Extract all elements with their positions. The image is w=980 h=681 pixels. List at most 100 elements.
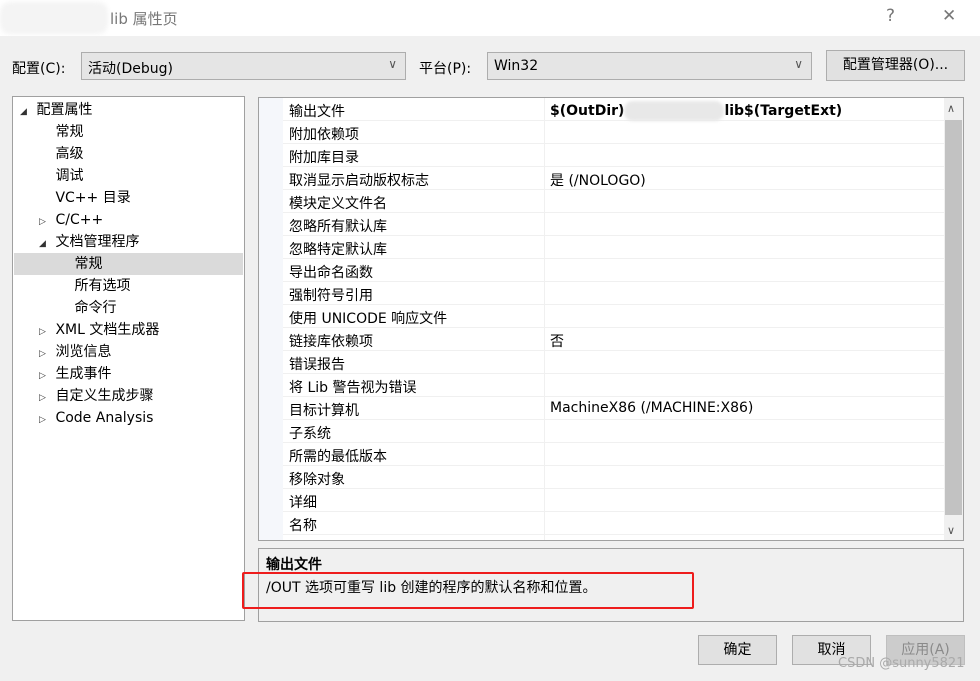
property-value[interactable]	[544, 466, 944, 489]
property-row[interactable]: 附加依赖项	[283, 121, 944, 144]
config-select[interactable]: 活动(Debug) ∨	[81, 52, 406, 80]
grid-gutter	[259, 98, 283, 540]
scroll-up-icon[interactable]: ∧	[947, 102, 955, 115]
property-value[interactable]	[544, 535, 944, 540]
expand-arrow-icon[interactable]: ▷	[39, 387, 51, 409]
property-row[interactable]: 强制符号引用	[283, 282, 944, 305]
tree-item-label: 文档管理程序	[55, 234, 140, 250]
help-button[interactable]: ?	[886, 6, 895, 26]
property-tree[interactable]: ◢ 配置属性 常规 高级 调试 VC++ 目录 ▷ C/C++ ◢ 文档管理程序 常…	[12, 96, 245, 621]
collapse-arrow-icon[interactable]: ◢	[20, 101, 32, 123]
title-bar: lib 属性页 ? ✕	[0, 0, 980, 36]
tree-item[interactable]: ▷ 浏览信息	[14, 341, 243, 363]
property-name: 取消显示启动版权标志	[289, 173, 429, 189]
property-row[interactable]: 移除对象	[283, 466, 944, 489]
property-value[interactable]: MachineX86 (/MACHINE:X86)	[544, 397, 944, 420]
tree-item-label: 浏览信息	[55, 344, 112, 360]
value-part: lib$(TargetExt)	[724, 103, 843, 119]
tree-item[interactable]: VC++ 目录	[14, 187, 243, 209]
tree-item[interactable]: ▷ XML 文档生成器	[14, 319, 243, 341]
property-row[interactable]: 模块定义文件名	[283, 190, 944, 213]
ok-button[interactable]: 确定	[698, 635, 777, 665]
property-row[interactable]: 忽略所有默认库	[283, 213, 944, 236]
tree-item-label: 常规	[55, 124, 84, 140]
tree-item[interactable]: ▷ Code Analysis	[14, 407, 243, 429]
property-value[interactable]	[544, 374, 944, 397]
property-name: 导出命名函数	[289, 265, 373, 281]
property-value[interactable]	[544, 351, 944, 374]
property-value[interactable]	[544, 420, 944, 443]
property-grid[interactable]: ∧ ∨ 输出文件 $(OutDir) lib$(TargetExt) 附加依赖项 附加库…	[258, 97, 964, 541]
property-name: 附加依赖项	[289, 127, 359, 143]
scroll-down-icon[interactable]: ∨	[947, 524, 955, 537]
property-row[interactable]: 导出命名函数	[283, 259, 944, 282]
property-row[interactable]: 输出文件 $(OutDir) lib$(TargetExt)	[283, 98, 944, 121]
property-value[interactable]	[544, 282, 944, 305]
expand-arrow-icon[interactable]: ▷	[39, 321, 51, 343]
tree-item[interactable]: 所有选项	[14, 275, 243, 297]
property-row[interactable]: 错误报告	[283, 351, 944, 374]
tree-item-label: 调试	[55, 168, 84, 184]
close-button[interactable]: ✕	[942, 6, 956, 26]
expand-arrow-icon[interactable]: ▷	[39, 365, 51, 387]
property-row[interactable]: 详细	[283, 489, 944, 512]
tree-item[interactable]: 命令行	[14, 297, 243, 319]
tree-item[interactable]: 常规	[14, 121, 243, 143]
tree-item[interactable]: ▷ 生成事件	[14, 363, 243, 385]
property-value[interactable]	[544, 489, 944, 512]
property-value[interactable]: 是 (/NOLOGO)	[544, 167, 944, 190]
tree-item[interactable]: ◢ 配置属性	[14, 99, 243, 121]
tree-item[interactable]: ▷ 自定义生成步骤	[14, 385, 243, 407]
property-name: 名称	[289, 518, 317, 534]
property-row[interactable]: 附加库目录	[283, 144, 944, 167]
expand-arrow-icon[interactable]: ▷	[39, 343, 51, 365]
tree-item[interactable]: ◢ 文档管理程序	[14, 231, 243, 253]
property-row[interactable]: 目标计算机 MachineX86 (/MACHINE:X86)	[283, 397, 944, 420]
tree-item[interactable]: 调试	[14, 165, 243, 187]
grid-scrollbar[interactable]: ∧ ∨	[944, 98, 963, 540]
property-name: 详细	[289, 495, 317, 511]
property-name: 忽略所有默认库	[289, 219, 387, 235]
property-row[interactable]: 链接时间代码生成	[283, 535, 944, 540]
tree-item[interactable]: 常规	[14, 253, 243, 275]
property-value[interactable]	[544, 144, 944, 167]
property-value[interactable]	[544, 259, 944, 282]
property-row[interactable]: 取消显示启动版权标志 是 (/NOLOGO)	[283, 167, 944, 190]
property-row[interactable]: 忽略特定默认库	[283, 236, 944, 259]
tree-item-label: 配置属性	[36, 102, 93, 118]
tree-item-label: 生成事件	[55, 366, 112, 382]
watermark: CSDN @sunny5821	[838, 656, 965, 671]
expand-arrow-icon[interactable]: ▷	[39, 409, 51, 431]
tree-item[interactable]: 高级	[14, 143, 243, 165]
property-row[interactable]: 名称	[283, 512, 944, 535]
property-value[interactable]	[544, 213, 944, 236]
config-value: 活动(Debug)	[88, 61, 173, 77]
tree-item-label: VC++ 目录	[55, 190, 131, 206]
property-row[interactable]: 子系统	[283, 420, 944, 443]
property-name: 错误报告	[289, 357, 345, 373]
property-value[interactable]	[544, 512, 944, 535]
config-manager-button[interactable]: 配置管理器(O)...	[826, 50, 965, 81]
property-value[interactable]	[544, 305, 944, 328]
platform-select[interactable]: Win32 ∨	[487, 52, 812, 80]
property-value[interactable]	[544, 190, 944, 213]
platform-label: 平台(P):	[419, 61, 472, 77]
property-row[interactable]: 链接库依赖项 否	[283, 328, 944, 351]
property-value[interactable]: 否	[544, 328, 944, 351]
property-name: 将 Lib 警告视为错误	[289, 380, 417, 396]
property-value[interactable]: $(OutDir) lib$(TargetExt)	[544, 98, 944, 121]
property-value[interactable]	[544, 121, 944, 144]
property-name: 强制符号引用	[289, 288, 373, 304]
expand-arrow-icon[interactable]: ▷	[39, 211, 51, 233]
value-part: $(OutDir)	[550, 103, 625, 119]
tree-item[interactable]: ▷ C/C++	[14, 209, 243, 231]
property-name: 忽略特定默认库	[289, 242, 387, 258]
property-row[interactable]: 使用 UNICODE 响应文件	[283, 305, 944, 328]
property-row[interactable]: 所需的最低版本	[283, 443, 944, 466]
tree-item-label: 常规	[74, 256, 103, 272]
property-value[interactable]	[544, 443, 944, 466]
collapse-arrow-icon[interactable]: ◢	[39, 233, 51, 255]
property-value[interactable]	[544, 236, 944, 259]
property-row[interactable]: 将 Lib 警告视为错误	[283, 374, 944, 397]
scrollbar-thumb[interactable]	[945, 120, 962, 515]
